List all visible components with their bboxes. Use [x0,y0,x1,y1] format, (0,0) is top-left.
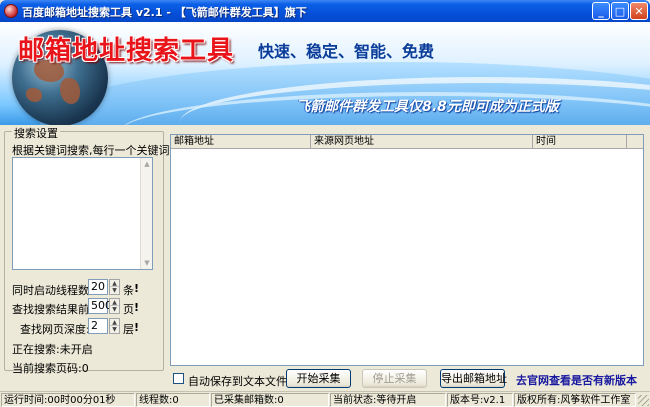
results-stepper[interactable]: ▲ ▼ [109,298,120,314]
resize-grip-icon[interactable] [638,395,649,406]
spin-down-icon[interactable]: ▼ [110,287,119,294]
banner-promo: 飞箭邮件群发工具仅8.8元即可成为正式版 [296,99,559,115]
depth-unit: 层 [123,323,134,336]
results-table[interactable]: 邮箱地址 来源网页地址 时间 [170,134,644,366]
globe-land [60,78,80,104]
results-input[interactable]: 500 [88,298,112,314]
banner-slogan: 快速、稳定、智能、免费 [258,42,435,61]
keyword-scrollbar[interactable]: ▲ ▼ [140,158,152,269]
depth-warning-icon: ! [134,321,140,334]
spin-up-icon[interactable]: ▲ [110,299,119,306]
scroll-down-icon[interactable]: ▼ [143,259,151,267]
status-runtime: 运行时间:00时00分01秒 [1,393,135,407]
threads-warning-icon: ! [134,282,140,295]
column-source-url[interactable]: 来源网页地址 [311,135,533,149]
column-time[interactable]: 时间 [533,135,627,149]
export-button[interactable]: 导出邮箱地址 [440,369,507,388]
spin-down-icon[interactable]: ▼ [110,326,119,333]
threads-input[interactable]: 20 [88,279,108,295]
close-button[interactable]: ✕ [630,2,648,20]
check-update-link[interactable]: 去官网查看是否有新版本 [516,372,637,388]
globe-land [26,88,42,102]
current-search-status: 正在搜索:未开启 [12,343,93,356]
scroll-up-icon[interactable]: ▲ [143,160,151,168]
status-collected: 已采集邮箱数:0 [211,393,329,407]
status-state: 当前状态:等待开启 [330,393,446,407]
status-copyright: 版权所有:风筝软件工作室 [514,393,636,407]
minimize-button[interactable]: _ [592,2,610,20]
current-page-status: 当前搜索页码:0 [12,362,89,375]
keyword-label: 根据关键词搜索,每行一个关键词: [12,144,174,157]
depth-stepper[interactable]: ▲ ▼ [109,318,120,334]
threads-unit: 条 [123,284,134,297]
spin-up-icon[interactable]: ▲ [110,319,119,326]
threads-stepper[interactable]: ▲ ▼ [109,279,120,295]
status-threads: 线程数:0 [136,393,210,407]
depth-input[interactable]: 2 [88,318,108,334]
column-email[interactable]: 邮箱地址 [171,135,311,149]
maximize-button[interactable]: □ [611,2,629,20]
results-label: 查找搜索结果前 [12,303,89,316]
stop-button[interactable]: 停止采集 [362,369,427,388]
window-title: 百度邮箱地址搜索工具 v2.1 - 【飞箭邮件群发工具】旗下 [22,6,307,19]
depth-label: 查找网页深度: [20,323,90,336]
results-table-header: 邮箱地址 来源网页地址 时间 [171,135,643,149]
autosave-checkbox[interactable] [173,373,184,384]
spin-down-icon[interactable]: ▼ [110,306,119,313]
results-unit: 页 [123,303,134,316]
threads-label: 同时启动线程数: [12,284,93,297]
autosave-label[interactable]: 自动保存到文本文件 [188,373,287,389]
app-icon [4,4,18,18]
banner-headline: 邮箱地址搜索工具 [18,36,235,66]
keyword-textarea[interactable]: ▲ ▼ [12,157,153,270]
status-version: 版本号:v2.1 [447,393,513,407]
title-bar[interactable]: 百度邮箱地址搜索工具 v2.1 - 【飞箭邮件群发工具】旗下 _ □ ✕ [0,0,650,22]
search-settings-legend: 搜索设置 [12,125,60,141]
results-warning-icon: ! [134,301,140,314]
status-bar: 运行时间:00时00分01秒 线程数:0 已采集邮箱数:0 当前状态:等待开启 … [0,391,650,407]
start-button[interactable]: 开始采集 [286,369,351,388]
banner: 邮箱地址搜索工具 快速、稳定、智能、免费 飞箭邮件群发工具仅8.8元即可成为正式… [0,22,650,125]
spin-up-icon[interactable]: ▲ [110,280,119,287]
